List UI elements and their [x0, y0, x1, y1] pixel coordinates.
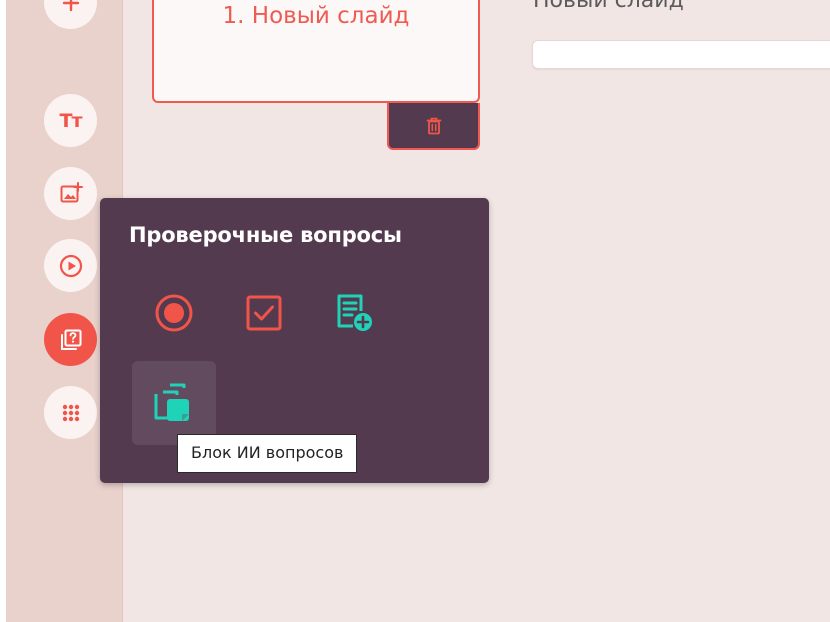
- apps-grid-icon: [62, 404, 79, 421]
- add-tool-button[interactable]: [44, 0, 97, 29]
- radio-single-choice-icon: [155, 294, 193, 332]
- text-answer-question-button[interactable]: [312, 271, 396, 355]
- single-choice-question-button[interactable]: [132, 271, 216, 355]
- trash-icon: [426, 117, 441, 134]
- popup-title: Проверочные вопросы: [129, 223, 402, 247]
- image-tool-button[interactable]: [44, 167, 97, 220]
- video-tool-button[interactable]: [44, 239, 97, 292]
- slide-title-label: Новый слайд: [533, 0, 684, 13]
- ai-questions-block-icon: [154, 383, 189, 421]
- text-tool-button[interactable]: Тт: [44, 94, 97, 147]
- plus-icon: [62, 0, 79, 11]
- ai-questions-block-button[interactable]: [132, 361, 216, 445]
- slide-thumbnail-title: 1. Новый слайд: [222, 3, 410, 29]
- more-tools-button[interactable]: [44, 386, 97, 439]
- video-play-icon: [59, 254, 82, 277]
- slide-thumbnail[interactable]: 1. Новый слайд: [152, 0, 480, 103]
- question-card-icon: [60, 329, 81, 350]
- text-icon: Тт: [59, 109, 83, 132]
- multiple-choice-question-button[interactable]: [222, 271, 306, 355]
- ai-questions-tooltip: Блок ИИ вопросов: [177, 434, 358, 473]
- slide-delete-button[interactable]: [387, 103, 480, 150]
- checkbox-multiple-choice-icon: [246, 295, 282, 331]
- questions-tool-button[interactable]: [44, 313, 97, 366]
- image-add-icon: [60, 181, 83, 202]
- slide-title-input[interactable]: [532, 40, 830, 69]
- text-answer-add-icon: [337, 294, 372, 331]
